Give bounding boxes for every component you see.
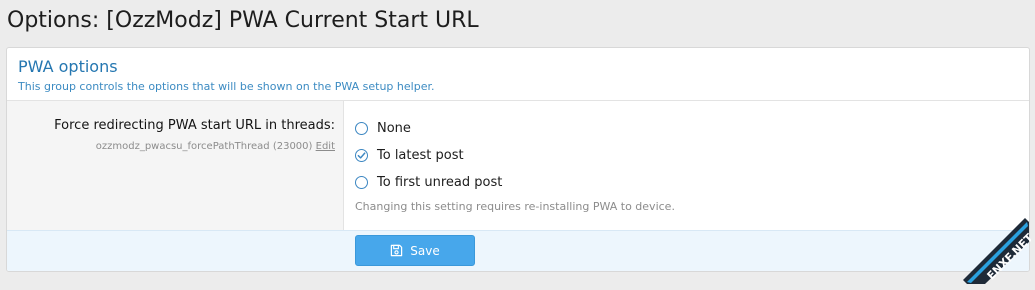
group-header: PWA options This group controls the opti… bbox=[7, 48, 1029, 101]
radio-group: None To latest post To first unread post bbox=[355, 115, 502, 196]
radio-label: To latest post bbox=[377, 148, 464, 163]
options-block: PWA options This group controls the opti… bbox=[6, 47, 1030, 272]
radio-label: None bbox=[377, 121, 411, 136]
option-hint: ozzmodz_pwacsu_forcePathThread (23000) E… bbox=[96, 141, 335, 152]
option-label: Force redirecting PWA start URL in threa… bbox=[54, 118, 335, 133]
group-description: This group controls the options that wil… bbox=[18, 80, 435, 93]
radio-label: To first unread post bbox=[377, 175, 503, 190]
checkmark-icon bbox=[357, 152, 366, 159]
option-label-column: Force redirecting PWA start URL in threa… bbox=[7, 101, 344, 232]
save-label: Save bbox=[410, 243, 440, 258]
form-submit-row: Save bbox=[7, 230, 1029, 271]
radio-button[interactable] bbox=[355, 122, 368, 135]
edit-link[interactable]: Edit bbox=[316, 141, 335, 152]
option-row: Force redirecting PWA start URL in threa… bbox=[7, 101, 1029, 232]
page-title: Options: [OzzModz] PWA Current Start URL bbox=[7, 8, 479, 33]
radio-button-checked[interactable] bbox=[355, 149, 368, 162]
group-title: PWA options bbox=[18, 57, 118, 76]
radio-option-first-unread[interactable]: To first unread post bbox=[355, 169, 502, 196]
floppy-disk-icon bbox=[390, 244, 403, 257]
save-button[interactable]: Save bbox=[355, 235, 475, 266]
option-id: ozzmodz_pwacsu_forcePathThread (23000) bbox=[95, 141, 313, 152]
radio-option-none[interactable]: None bbox=[355, 115, 502, 142]
radio-button[interactable] bbox=[355, 176, 368, 189]
setting-explain: Changing this setting requires re-instal… bbox=[355, 200, 675, 213]
radio-option-latest-post[interactable]: To latest post bbox=[355, 142, 502, 169]
